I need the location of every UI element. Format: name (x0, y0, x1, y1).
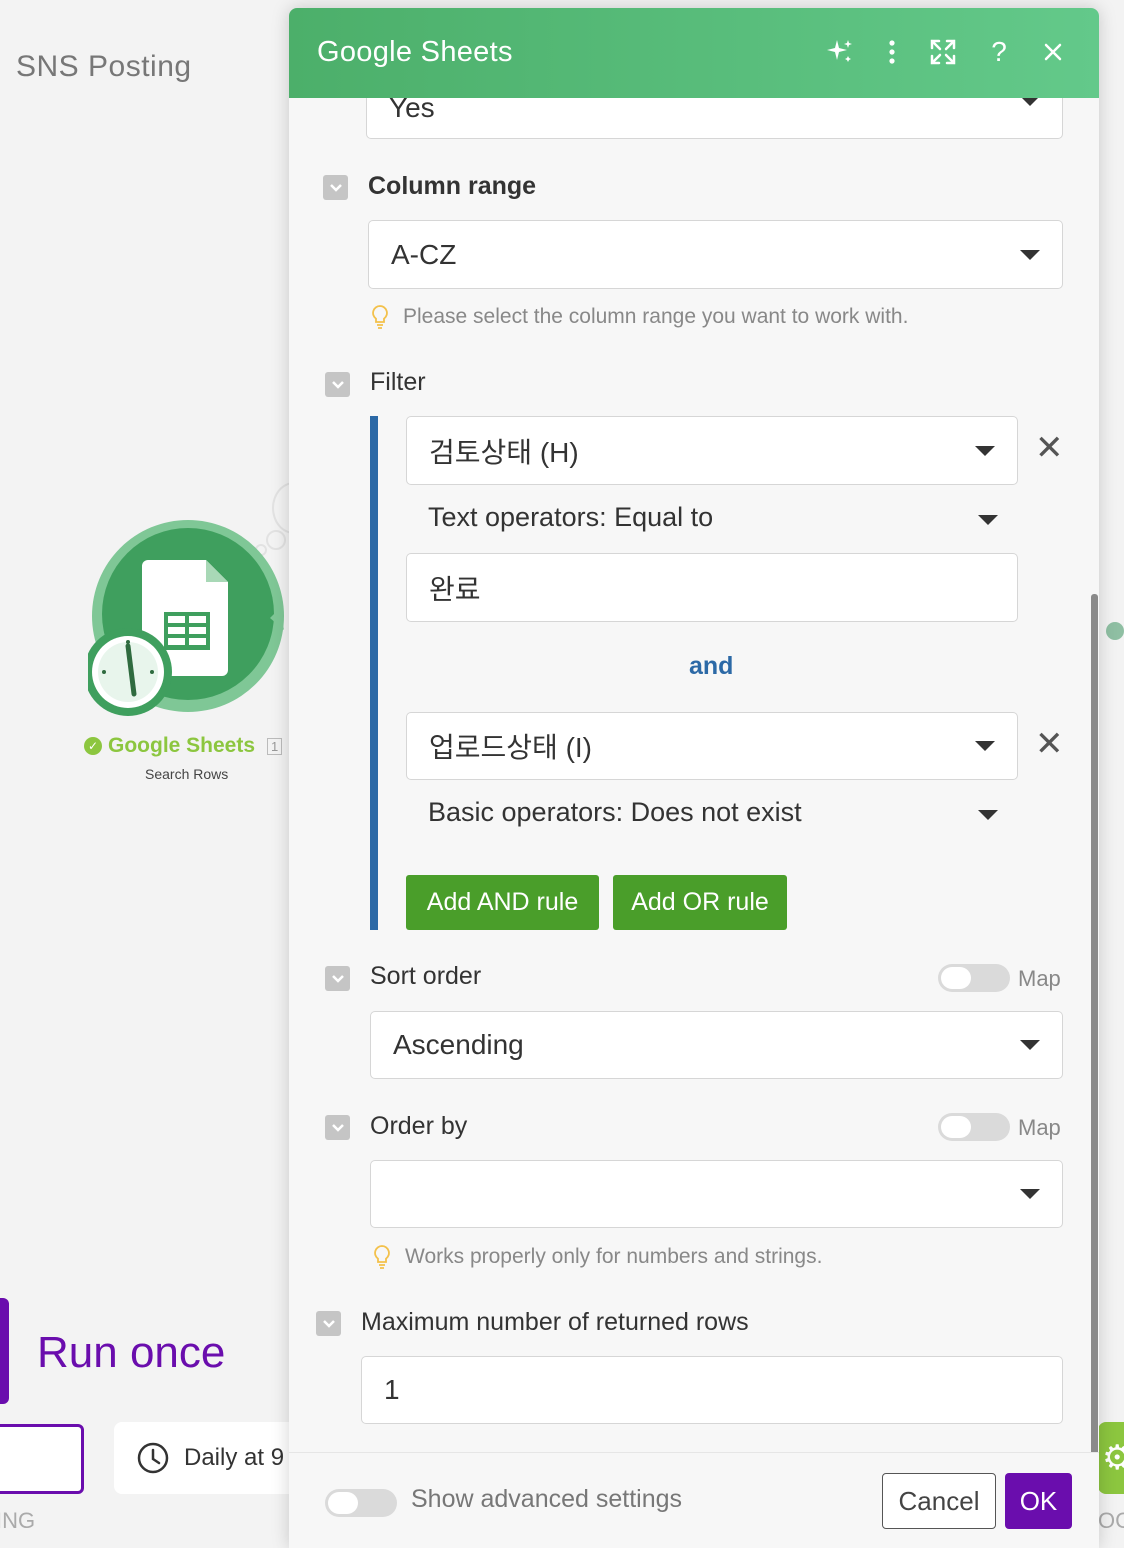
sort-order-select[interactable]: Ascending (370, 1011, 1063, 1079)
sparkle-icon[interactable] (822, 34, 858, 70)
order-by-map-label: Map (1018, 1115, 1061, 1140)
clock-icon (137, 1442, 169, 1474)
scenario-title: SNS Posting (16, 50, 192, 83)
filter-label: Filter (370, 368, 426, 396)
help-icon[interactable]: ? (981, 34, 1017, 70)
column-range-hint-text: Please select the column range you want … (403, 305, 909, 328)
filter-and-label: and (689, 652, 734, 680)
column-range-hint: Please select the column range you want … (371, 304, 908, 330)
close-icon[interactable] (1035, 34, 1071, 70)
remove-rule-1-icon[interactable]: ✕ (1035, 428, 1064, 468)
chevron-down-icon (329, 183, 342, 192)
schedule-label: Daily at 9 (184, 1444, 285, 1471)
run-once-label[interactable]: Run once (37, 1328, 225, 1378)
gear-icon[interactable]: ⚙ (1098, 1422, 1124, 1494)
dialog-title: Google Sheets (317, 36, 513, 68)
more-vertical-icon[interactable] (874, 34, 910, 70)
column-range-collapse-toggle[interactable] (323, 175, 348, 200)
advanced-settings-toggle[interactable] (325, 1489, 397, 1517)
max-rows-label: Maximum number of returned rows (361, 1308, 749, 1336)
google-sheets-icon (84, 520, 284, 716)
chevron-down-icon (1020, 1189, 1040, 1199)
add-or-rule-button[interactable]: Add OR rule (613, 875, 787, 930)
filter-rule-2-column: 업로드상태 (I) (429, 732, 593, 763)
sort-order-collapse-toggle[interactable] (325, 966, 350, 991)
chevron-down-icon (331, 1123, 344, 1132)
filter-rule-1-column: 검토상태 (H) (429, 436, 579, 468)
chevron-down-icon (975, 445, 995, 456)
scheduling-caption: ING (0, 1508, 36, 1533)
filter-group-bar (370, 416, 378, 930)
dialog-footer: Show advanced settings Cancel OK (289, 1452, 1099, 1548)
max-rows-value: 1 (384, 1374, 400, 1405)
advanced-settings-label: Show advanced settings (411, 1485, 683, 1513)
google-sheets-module[interactable] (84, 518, 288, 718)
filter-rule-2-operator-select[interactable]: Basic operators: Does not exist (428, 797, 998, 833)
chevron-down-icon (978, 515, 998, 525)
module-subtitle: Search Rows (145, 766, 229, 782)
chevron-down-icon (975, 741, 995, 751)
max-rows-input[interactable]: 1 (361, 1356, 1063, 1424)
sort-order-map-toggle[interactable] (938, 964, 1010, 992)
success-check-icon: ✓ (84, 737, 102, 755)
schedule-button[interactable]: Daily at 9 (114, 1422, 314, 1494)
filter-rule-1-operator-select[interactable]: Text operators: Equal to (428, 502, 998, 538)
remove-rule-2-icon[interactable]: ✕ (1035, 724, 1064, 764)
chevron-down-icon (331, 380, 344, 389)
chevron-down-icon (322, 1319, 335, 1328)
filter-collapse-toggle[interactable] (325, 372, 350, 397)
chevron-down-icon (1020, 249, 1040, 260)
filter-rule-1-operator: Text operators: Equal to (428, 502, 714, 532)
column-range-label: Column range (368, 172, 537, 200)
sort-order-map-label: Map (1018, 966, 1061, 991)
column-range-select[interactable]: A-CZ (368, 220, 1063, 289)
order-by-hint: Works properly only for numbers and stri… (373, 1244, 822, 1270)
order-by-map-toggle[interactable] (938, 1113, 1010, 1141)
sort-order-label: Sort order (370, 962, 482, 990)
filter-rule-2-operator: Basic operators: Does not exist (428, 797, 802, 827)
right-caption: OC (1098, 1508, 1124, 1533)
chevron-down-icon (978, 810, 998, 820)
connector-dot[interactable] (1106, 622, 1124, 640)
sort-order-value: Ascending (393, 1029, 524, 1060)
column-range-value: A-CZ (391, 238, 457, 270)
ok-button[interactable]: OK (1005, 1473, 1072, 1529)
chevron-down-icon (1020, 1040, 1040, 1050)
filter-rule-1-value: 완료 (429, 573, 481, 605)
chevron-down-icon (331, 974, 344, 983)
dialog-header: Google Sheets ? (289, 8, 1099, 98)
scheduling-toggle[interactable] (0, 1424, 84, 1494)
order-by-hint-text: Works properly only for numbers and stri… (405, 1245, 823, 1268)
module-label: ✓ Google Sheets 1 (84, 734, 283, 758)
dialog-scrollbar[interactable] (1091, 594, 1098, 1460)
module-number-badge: 1 (267, 737, 283, 755)
module-name: Google Sheets (108, 734, 256, 757)
filter-rule-1-value-input[interactable]: 완료 (406, 553, 1018, 622)
cancel-button[interactable]: Cancel (882, 1473, 996, 1529)
order-by-select[interactable] (370, 1160, 1063, 1228)
run-once-button-edge[interactable] (0, 1298, 9, 1404)
add-and-rule-button[interactable]: Add AND rule (406, 875, 599, 930)
max-rows-collapse-toggle[interactable] (316, 1311, 341, 1336)
order-by-label: Order by (370, 1112, 468, 1140)
filter-rule-1-column-select[interactable]: 검토상태 (H) (406, 416, 1018, 485)
expand-icon[interactable] (925, 34, 961, 70)
filter-rule-2-column-select[interactable]: 업로드상태 (I) (406, 712, 1018, 780)
module-settings-dialog: Google Sheets ? Yes Column range A-CZ Pl… (289, 8, 1099, 1548)
lightbulb-icon (374, 1245, 390, 1269)
order-by-collapse-toggle[interactable] (325, 1115, 350, 1140)
lightbulb-icon (372, 305, 388, 329)
